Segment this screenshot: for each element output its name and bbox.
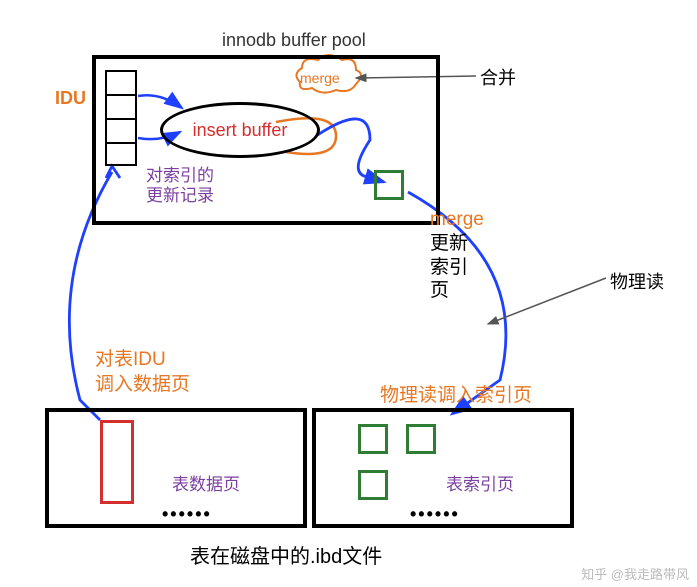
pool-title: innodb buffer pool [222,30,366,51]
merge-update-label: merge 更新 索引 页 [430,208,484,303]
idu-label: IDU [55,88,86,109]
anno-arrow-phys [488,278,606,324]
data-page-label: 表数据页 [172,470,240,495]
idx-box-2 [406,424,436,454]
pages-stack [105,70,137,166]
phys-read-label: 物理读调入索引页 [380,380,532,407]
buffer-green-box [374,170,404,200]
insert-buffer-ellipse: insert buffer [160,102,320,158]
data-page-box [100,420,134,504]
merge-en-text: merge [430,208,484,232]
insert-buffer-label: insert buffer [193,120,288,141]
stack-cell [105,94,137,118]
merge-cn-text: 更新 索引 页 [430,232,484,303]
dots-right: •••••• [410,504,460,525]
stack-cell [105,142,137,166]
stack-cell [105,70,137,94]
idx-box-3 [358,470,388,500]
anno-merge-label: 合并 [480,64,516,90]
anno-physical-label: 物理读 [610,268,664,294]
idx-box-1 [358,424,388,454]
watermark: 知乎 @我走路带风 [581,564,689,583]
dots-left: •••••• [162,504,212,525]
idx-page-label: 表索引页 [446,470,514,495]
caption-label: 表在磁盘中的.ibd文件 [190,540,382,569]
merge-cloud-label: merge [300,70,340,86]
disk-idu-label: 对表IDU 调入数据页 [95,348,190,397]
stack-cell [105,118,137,142]
idx-update-label: 对索引的 更新记录 [146,166,214,207]
